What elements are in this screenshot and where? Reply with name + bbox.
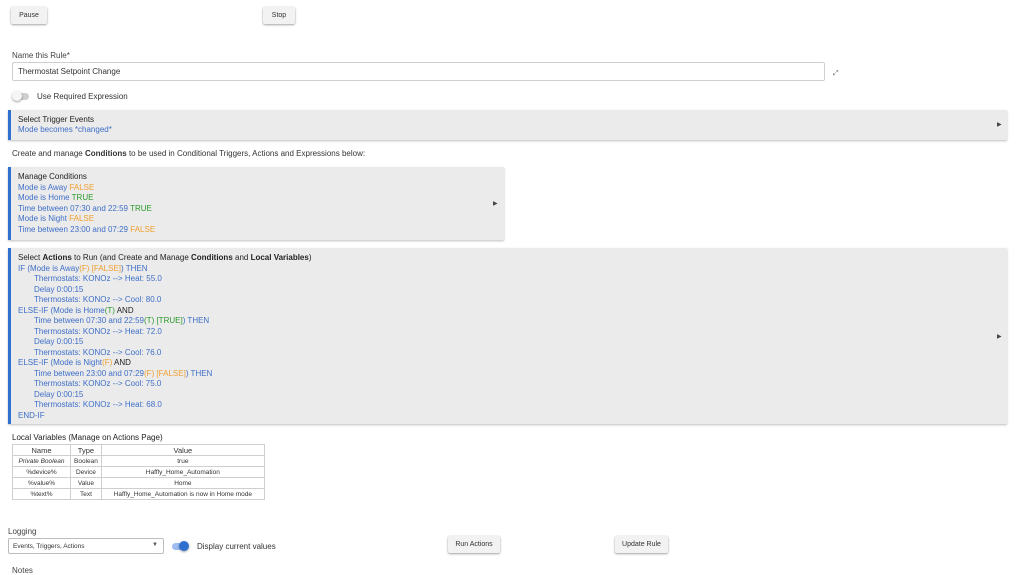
local-variables-table: Name Type Value Private Boolean Boolean … xyxy=(12,444,265,500)
variable-type: Text xyxy=(70,488,102,500)
action-line: Thermostats: KONOz --> Heat: 72.0 xyxy=(34,326,162,336)
action-line: Delay 0:00:15 xyxy=(34,284,84,294)
variable-type: Value xyxy=(70,477,102,489)
display-values-label: Display current values xyxy=(197,542,276,551)
action-line: Thermostats: KONOz --> Heat: 68.0 xyxy=(34,400,162,409)
expand-arrow-icon: ▶ xyxy=(997,334,1002,340)
variable-value: true xyxy=(100,455,265,467)
condition-item: Mode is Night FALSE xyxy=(18,214,95,223)
stop-button[interactable]: Stop xyxy=(263,7,295,24)
action-line: Time between 23:00 and 07:29(F) [FALSE])… xyxy=(34,368,213,378)
column-header: Value xyxy=(100,444,265,456)
logging-selected-value: Events, Triggers, Actions xyxy=(13,542,85,550)
action-line: IF (Mode is Away(F) [FALSE]) THEN xyxy=(18,263,148,273)
variable-name: %text% xyxy=(12,488,71,500)
variable-value: Home xyxy=(100,477,265,489)
expand-icon[interactable]: ⤢ xyxy=(833,70,839,78)
conditions-title: Manage Conditions xyxy=(18,172,87,181)
action-line: Delay 0:00:15 xyxy=(34,337,84,346)
run-actions-button[interactable]: Run Actions xyxy=(448,536,500,553)
select-actions-panel[interactable]: Select Actions to Run (and Create and Ma… xyxy=(8,248,1007,424)
condition-item: Mode is Home TRUE xyxy=(18,193,94,202)
table-row: %device% Device Haffly_Home_Automation xyxy=(12,466,265,478)
action-line: Thermostats: KONOz --> Cool: 76.0 xyxy=(34,347,162,357)
column-header: Type xyxy=(70,444,102,456)
trigger-title: Select Trigger Events xyxy=(18,115,95,124)
rule-name-label: Name this Rule* xyxy=(12,51,70,60)
table-row: %value% Value Home xyxy=(12,477,265,489)
condition-item: Mode is Away FALSE xyxy=(18,182,95,192)
variable-name: %device% xyxy=(12,466,71,478)
variable-name: Private Boolean xyxy=(12,455,71,467)
action-line: Thermostats: KONOz --> Cool: 75.0 xyxy=(34,379,162,388)
variable-type: Device xyxy=(70,466,102,478)
pause-button[interactable]: Pause xyxy=(11,7,47,24)
logging-label: Logging xyxy=(8,527,37,536)
trigger-summary: Mode becomes *changed* xyxy=(18,125,112,134)
condition-item: Time between 07:30 and 22:59 TRUE xyxy=(18,203,152,213)
toggle-knob xyxy=(12,91,22,101)
expand-arrow-icon: ▶ xyxy=(493,201,498,207)
actions-title: Select Actions to Run (and Create and Ma… xyxy=(18,253,312,262)
variable-name: %value% xyxy=(12,477,71,489)
local-variables-title: Local Variables (Manage on Actions Page) xyxy=(12,433,163,442)
update-rule-button[interactable]: Update Rule xyxy=(615,536,668,553)
conditions-intro: Create and manage Conditions to be used … xyxy=(12,149,366,158)
table-header-row: Name Type Value xyxy=(12,444,265,456)
required-expression-label: Use Required Expression xyxy=(37,92,128,101)
column-header: Name xyxy=(12,444,71,456)
action-line: Delay 0:00:15 xyxy=(34,389,84,399)
trigger-events-panel[interactable]: Select Trigger Events Mode becomes *chan… xyxy=(8,110,1007,140)
table-row: Private Boolean Boolean true xyxy=(12,455,265,467)
manage-conditions-panel[interactable]: Manage Conditions Mode is Away FALSE Mod… xyxy=(8,167,504,240)
toggle-knob xyxy=(179,541,189,551)
dropdown-arrow-icon: ▼ xyxy=(152,542,158,548)
variable-value: Haffly_Home_Automation is now in Home mo… xyxy=(100,488,265,500)
action-line: Time between 07:30 and 22:59(T) [TRUE]) … xyxy=(34,316,210,325)
action-line: ELSE-IF (Mode is Home(T) AND xyxy=(18,305,134,315)
variable-value: Haffly_Home_Automation xyxy=(100,466,265,478)
action-line: END-IF xyxy=(18,410,45,420)
required-expression-toggle[interactable] xyxy=(12,91,29,101)
action-line: Thermostats: KONOz --> Heat: 55.0 xyxy=(34,274,162,283)
variable-type: Boolean xyxy=(70,455,102,467)
condition-item: Time between 23:00 and 07:29 FALSE xyxy=(18,224,156,234)
table-row: %text% Text Haffly_Home_Automation is no… xyxy=(12,488,265,500)
expand-arrow-icon: ▶ xyxy=(997,122,1002,128)
logging-select[interactable]: Events, Triggers, Actions ▼ xyxy=(8,538,164,554)
action-line: ELSE-IF (Mode is Night(F) AND xyxy=(18,358,131,367)
rule-name-input[interactable]: Thermostat Setpoint Change xyxy=(12,62,825,81)
display-values-toggle[interactable] xyxy=(172,541,189,551)
action-line: Thermostats: KONOz --> Cool: 80.0 xyxy=(34,295,162,304)
